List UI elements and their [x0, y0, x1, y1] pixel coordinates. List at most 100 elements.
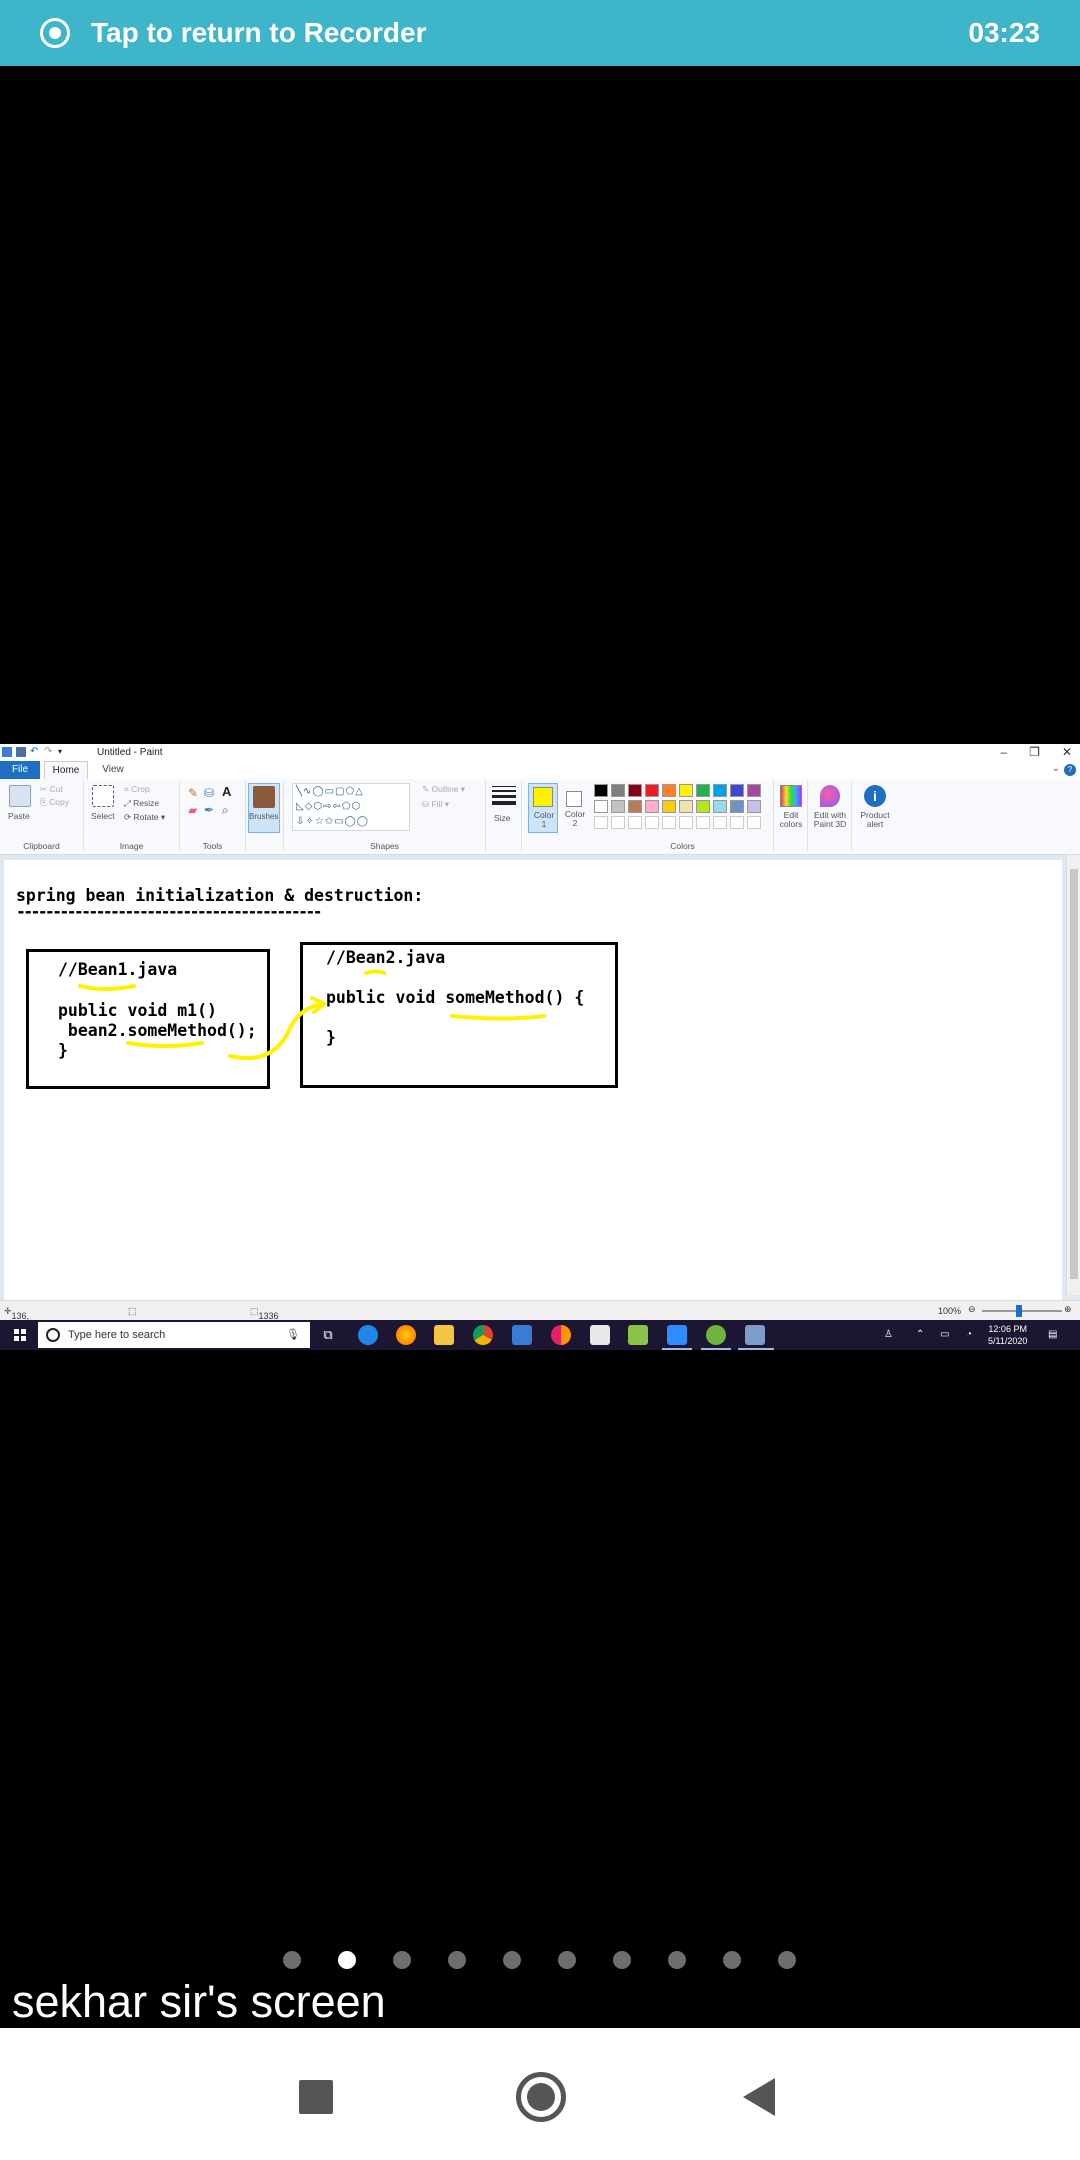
- pager-dot[interactable]: [723, 1951, 741, 1969]
- custom-color-slot[interactable]: [696, 816, 710, 829]
- scrollbar-thumb[interactable]: [1070, 869, 1078, 1279]
- tray-chevron-icon[interactable]: ⌃: [916, 1329, 924, 1340]
- close-icon[interactable]: ✕: [1062, 745, 1072, 759]
- people-icon[interactable]: ♙: [884, 1329, 893, 1340]
- minimize-icon[interactable]: –: [1000, 745, 1007, 759]
- pager-dot[interactable]: [778, 1951, 796, 1969]
- edge-icon[interactable]: [358, 1325, 378, 1345]
- edit-colors-icon[interactable]: [780, 785, 802, 807]
- crop-button[interactable]: ⌗ Crop: [124, 784, 150, 795]
- palette-swatch[interactable]: [628, 800, 642, 813]
- palette-swatch[interactable]: [611, 800, 625, 813]
- redo-icon[interactable]: ↷: [44, 747, 54, 757]
- chrome-icon[interactable]: [473, 1325, 493, 1345]
- pager-dot[interactable]: [448, 1951, 466, 1969]
- palette-swatch[interactable]: [747, 784, 761, 797]
- wifi-icon[interactable]: ◔: [966, 1329, 972, 1340]
- undo-icon[interactable]: ↶: [30, 747, 40, 757]
- home-button[interactable]: [516, 2072, 566, 2122]
- magnifier-icon[interactable]: ⌕: [222, 803, 229, 818]
- fill-button[interactable]: ⛁ Fill ▾: [422, 799, 449, 810]
- custom-color-slot[interactable]: [747, 816, 761, 829]
- windows-start-icon[interactable]: [14, 1329, 26, 1341]
- color2-button[interactable]: Color 2: [562, 783, 588, 833]
- custom-color-slot[interactable]: [628, 816, 642, 829]
- edit-with-paint3d-button[interactable]: Edit with Paint 3D: [810, 811, 850, 829]
- palette-swatch[interactable]: [747, 800, 761, 813]
- paint-app-taskbar-icon[interactable]: [745, 1325, 765, 1345]
- help-icon[interactable]: ?: [1064, 764, 1076, 776]
- taskbar-search[interactable]: Type here to search 🎙: [38, 1322, 310, 1348]
- maximize-icon[interactable]: ❐: [1029, 745, 1040, 759]
- return-to-recorder-bar[interactable]: Tap to return to Recorder 03:23: [0, 0, 1080, 66]
- size-button[interactable]: Size: [494, 813, 511, 823]
- edit-colors-button[interactable]: Edit colors: [776, 811, 806, 829]
- palette-swatch[interactable]: [645, 784, 659, 797]
- product-alert-icon[interactable]: i: [864, 785, 886, 807]
- zoom-slider[interactable]: [982, 1310, 1062, 1312]
- customize-qa-icon[interactable]: ▾: [58, 747, 68, 757]
- notifications-icon[interactable]: ▤: [1048, 1329, 1057, 1340]
- outline-button[interactable]: ✎ Outline ▾: [422, 784, 465, 795]
- firefox-icon[interactable]: [396, 1325, 416, 1345]
- select-button[interactable]: Select: [91, 811, 115, 821]
- paint3d-icon[interactable]: [820, 785, 840, 807]
- pager-dot[interactable]: [613, 1951, 631, 1969]
- palette-swatch[interactable]: [730, 800, 744, 813]
- color-picker-icon[interactable]: ✒: [204, 803, 214, 817]
- custom-color-slot[interactable]: [611, 816, 625, 829]
- notepad-icon[interactable]: [628, 1325, 648, 1345]
- custom-color-slot[interactable]: [730, 816, 744, 829]
- palette-swatch[interactable]: [628, 784, 642, 797]
- brushes-button[interactable]: Brushes: [248, 783, 280, 833]
- rotate-button[interactable]: ⟳ Rotate ▾: [124, 812, 165, 823]
- resize-button[interactable]: ⤢ Resize: [124, 798, 159, 809]
- spring-tool-icon[interactable]: [706, 1325, 726, 1345]
- taskbar-clock[interactable]: 12:06 PM 5/11/2020: [988, 1323, 1027, 1347]
- tab-home[interactable]: Home: [44, 761, 88, 779]
- zoom-in-icon[interactable]: ⊕: [1064, 1304, 1072, 1315]
- vertical-scrollbar[interactable]: [1066, 855, 1080, 1295]
- color1-button[interactable]: Color 1: [528, 783, 558, 833]
- pager-dot[interactable]: [503, 1951, 521, 1969]
- palette-swatch[interactable]: [713, 800, 727, 813]
- pager-dot[interactable]: [338, 1951, 356, 1969]
- paste-button[interactable]: Paste: [8, 811, 30, 821]
- palette-swatch[interactable]: [662, 800, 676, 813]
- custom-color-slot[interactable]: [594, 816, 608, 829]
- text-tool-icon[interactable]: A: [222, 784, 231, 799]
- eraser-icon[interactable]: ▰: [188, 803, 197, 817]
- pager-dot[interactable]: [668, 1951, 686, 1969]
- custom-color-slot[interactable]: [662, 816, 676, 829]
- task-view-icon[interactable]: ⧉: [318, 1325, 338, 1345]
- palette-swatch[interactable]: [679, 784, 693, 797]
- zoom-slider-thumb[interactable]: [1016, 1305, 1022, 1317]
- palette-swatch[interactable]: [594, 800, 608, 813]
- select-icon[interactable]: [92, 785, 114, 807]
- pager-dot[interactable]: [393, 1951, 411, 1969]
- cut-button[interactable]: ✂ Cut: [40, 784, 63, 795]
- custom-color-slot[interactable]: [713, 816, 727, 829]
- palette-swatch[interactable]: [645, 800, 659, 813]
- pager-dot[interactable]: [558, 1951, 576, 1969]
- save-icon[interactable]: [16, 747, 26, 757]
- palette-swatch[interactable]: [594, 784, 608, 797]
- pencil-icon[interactable]: ✎: [188, 786, 198, 800]
- palette-swatch[interactable]: [730, 784, 744, 797]
- collapse-ribbon-icon[interactable]: ⌄: [1052, 763, 1060, 774]
- file-explorer-icon[interactable]: [434, 1325, 454, 1345]
- custom-color-slot[interactable]: [645, 816, 659, 829]
- palette-swatch[interactable]: [696, 800, 710, 813]
- tab-file[interactable]: File: [0, 761, 40, 779]
- tab-view[interactable]: View: [96, 761, 130, 779]
- palette-swatch[interactable]: [696, 784, 710, 797]
- palette-swatch[interactable]: [611, 784, 625, 797]
- palette-swatch[interactable]: [713, 784, 727, 797]
- mail-icon[interactable]: [512, 1325, 532, 1345]
- palette-swatch[interactable]: [679, 800, 693, 813]
- zoom-app-icon[interactable]: [667, 1325, 687, 1345]
- recents-button[interactable]: [299, 2080, 333, 2114]
- palette-swatch[interactable]: [662, 784, 676, 797]
- store-icon[interactable]: [590, 1325, 610, 1345]
- microphone-icon[interactable]: 🎙: [286, 1328, 300, 1341]
